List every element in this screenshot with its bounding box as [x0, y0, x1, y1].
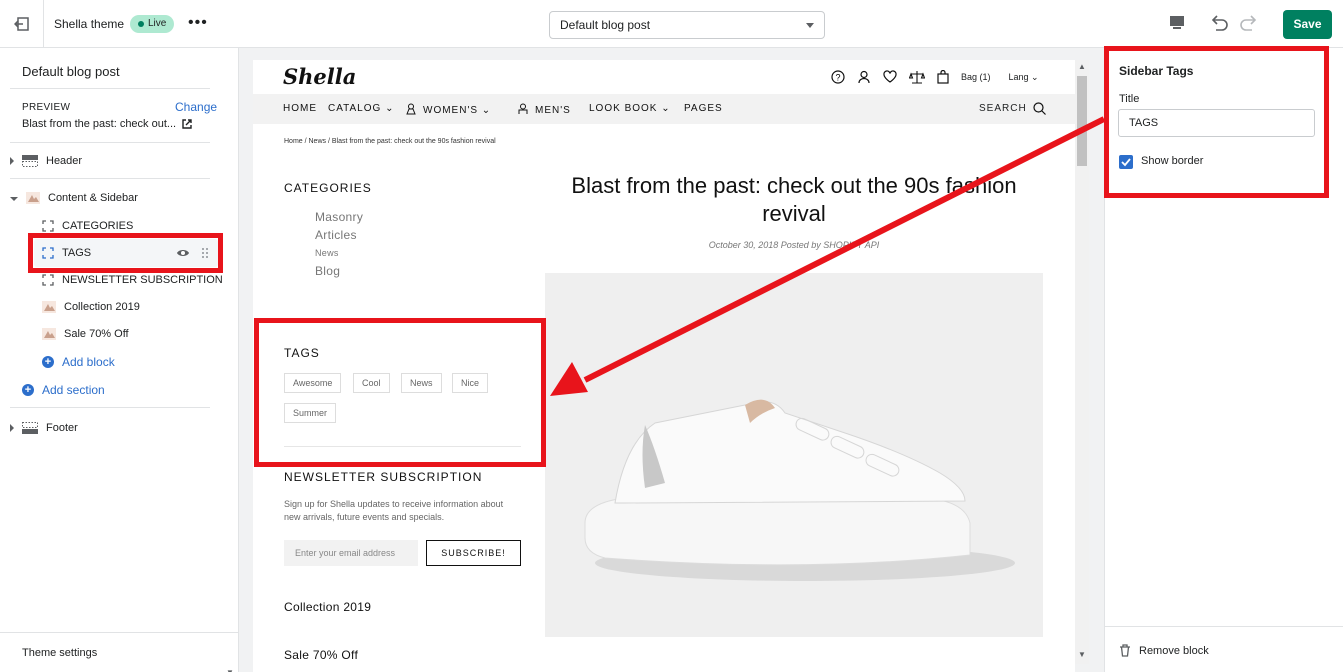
annotation-arrow	[550, 116, 1106, 396]
